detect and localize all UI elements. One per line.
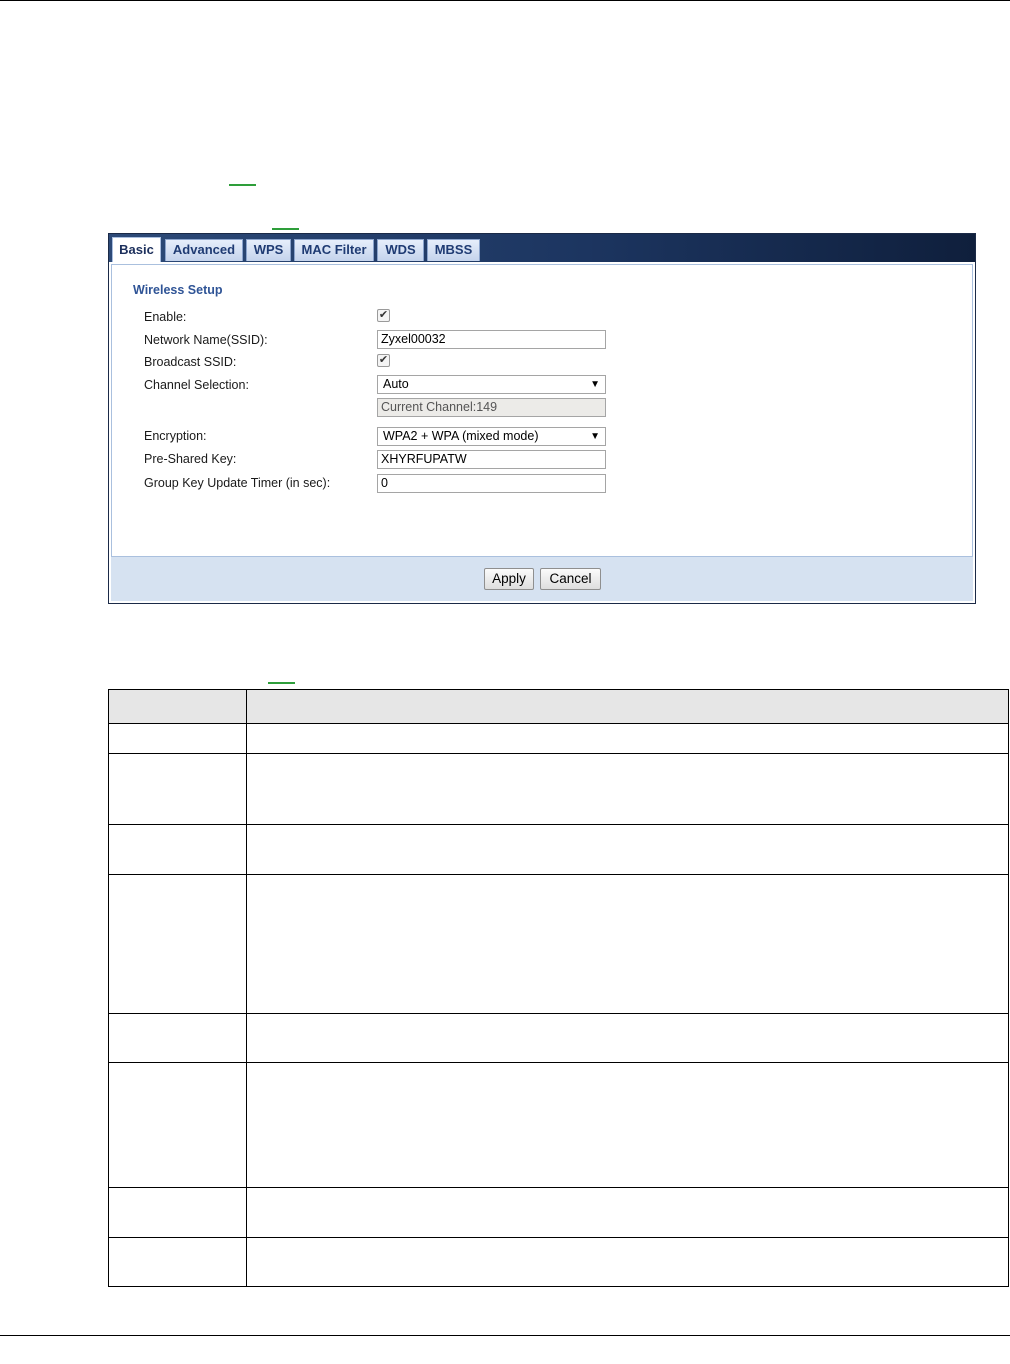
checkmark-icon: ✔ xyxy=(378,354,389,366)
table-row xyxy=(108,1187,1009,1238)
caret-down-icon: ▼ xyxy=(590,431,600,442)
enable-checkbox[interactable]: ✔ xyxy=(377,309,390,322)
section-title: Wireless Setup xyxy=(133,283,223,297)
tab-basic[interactable]: Basic xyxy=(112,237,161,262)
channel-select[interactable]: Auto ▼ xyxy=(377,375,606,394)
table-header-row xyxy=(108,689,1009,724)
current-channel-field: Current Channel:149 xyxy=(377,398,606,417)
channel-selection-label: Channel Selection: xyxy=(144,378,249,392)
field-description-table xyxy=(108,689,1009,1287)
pre-shared-key-input[interactable]: XHYRFUPATW xyxy=(377,450,606,469)
table-row xyxy=(108,1062,1009,1188)
figure-reference-link[interactable] xyxy=(229,184,256,186)
table-row xyxy=(108,824,1009,875)
encryption-select-value: WPA2 + WPA (mixed mode) xyxy=(383,429,539,443)
caret-down-icon: ▼ xyxy=(590,379,600,390)
enable-label: Enable: xyxy=(144,310,187,324)
broadcast-ssid-checkbox[interactable]: ✔ xyxy=(377,354,390,367)
table-reference-link[interactable] xyxy=(268,682,295,684)
ssid-input[interactable]: Zyxel00032 xyxy=(377,330,606,349)
encryption-select[interactable]: WPA2 + WPA (mixed mode) ▼ xyxy=(377,427,606,446)
table-row xyxy=(108,1013,1009,1063)
table-row xyxy=(108,1237,1009,1287)
tab-mbss[interactable]: MBSS xyxy=(427,239,480,261)
cancel-button[interactable]: Cancel xyxy=(540,568,601,590)
page-top-rule xyxy=(0,0,1010,1)
tab-mac-filter[interactable]: MAC Filter xyxy=(294,239,374,261)
channel-select-value: Auto xyxy=(383,377,409,391)
tab-bar: Basic Advanced WPS MAC Filter WDS MBSS xyxy=(109,234,975,262)
encryption-label: Encryption: xyxy=(144,429,207,443)
tab-wps[interactable]: WPS xyxy=(246,239,291,261)
checkmark-icon: ✔ xyxy=(378,309,389,321)
wireless-settings-panel: Basic Advanced WPS MAC Filter WDS MBSS W… xyxy=(108,233,976,604)
table-row xyxy=(108,753,1009,825)
group-key-timer-input[interactable]: 0 xyxy=(377,474,606,493)
broadcast-ssid-label: Broadcast SSID: xyxy=(144,355,237,369)
group-key-timer-label: Group Key Update Timer (in sec): xyxy=(144,476,331,490)
page-bottom-rule xyxy=(0,1335,1010,1336)
figure-reference-link[interactable] xyxy=(272,228,299,230)
apply-button[interactable]: Apply xyxy=(484,568,534,590)
table-row xyxy=(108,874,1009,1014)
tab-wds[interactable]: WDS xyxy=(377,239,424,261)
table-row xyxy=(108,723,1009,754)
tab-advanced[interactable]: Advanced xyxy=(165,239,243,261)
pre-shared-key-label: Pre-Shared Key: xyxy=(144,452,237,466)
ssid-label: Network Name(SSID): xyxy=(144,333,268,347)
